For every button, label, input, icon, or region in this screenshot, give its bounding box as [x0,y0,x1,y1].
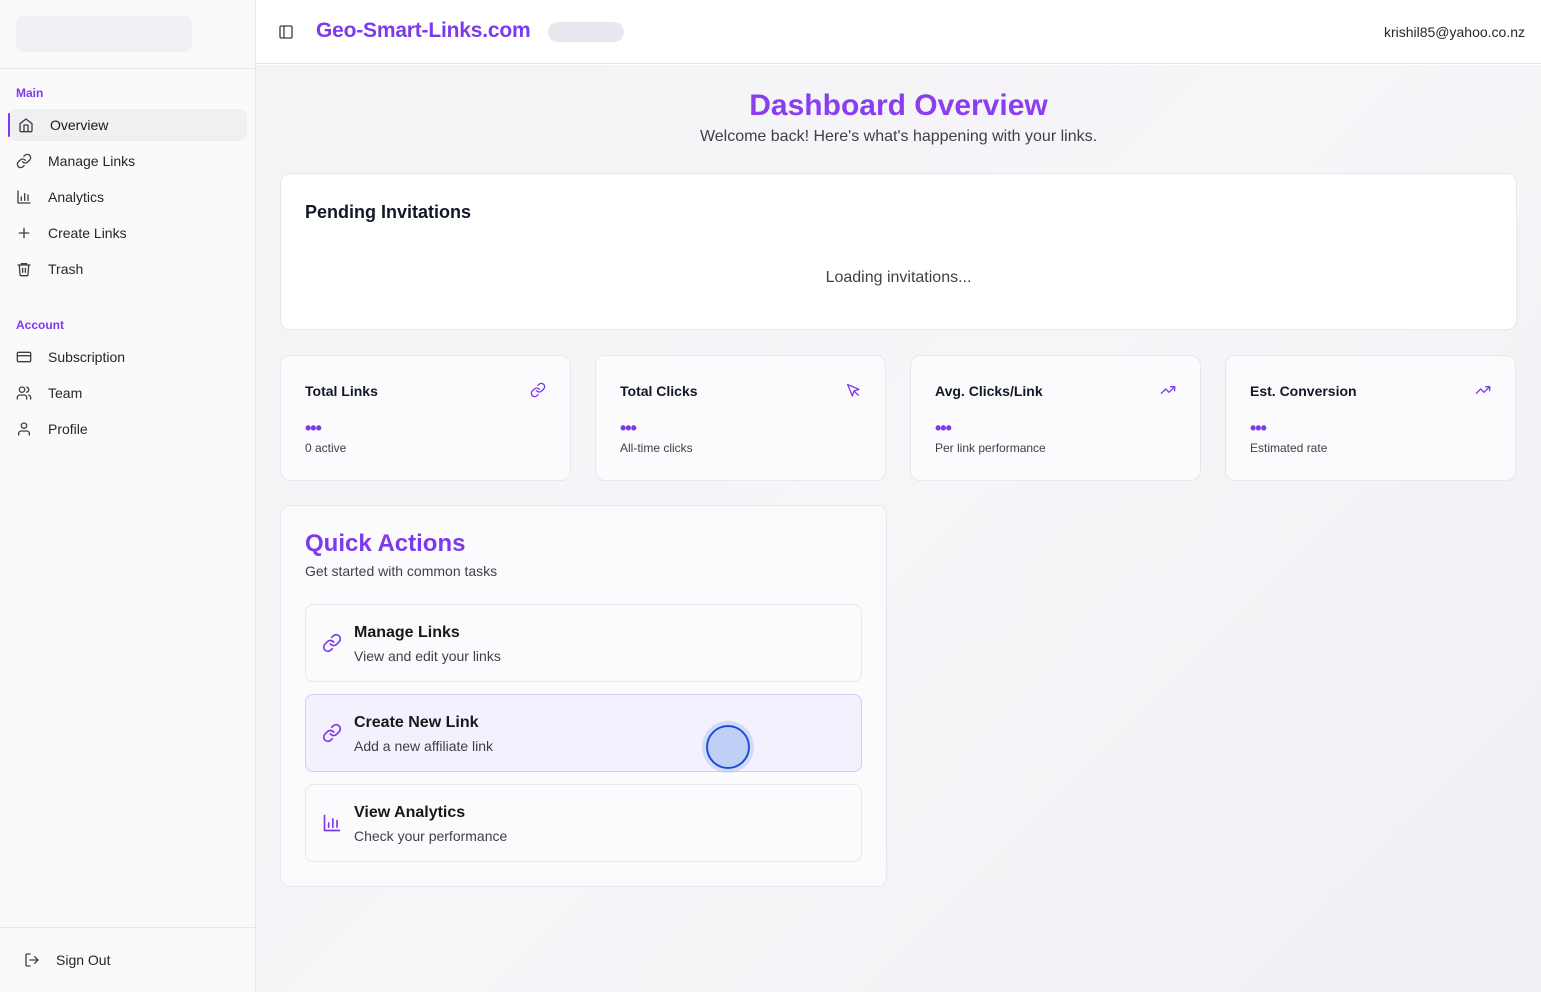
sidebar: Main Overview Manage Links Analytics Cre… [0,0,256,992]
sidebar-item-analytics[interactable]: Analytics [8,181,247,213]
sidebar-item-label: Trash [48,261,84,277]
link-icon [322,723,342,743]
mouse-cursor-indicator [706,725,750,769]
sidebar-item-label: Overview [50,117,109,133]
invitations-loading-text: Loading invitations... [825,269,972,286]
stat-sub: 0 active [305,441,347,455]
quick-actions-description: Get started with common tasks [305,563,498,579]
stat-value-loading: ••• [305,418,322,438]
trending-up-icon [1160,382,1176,398]
sidebar-divider [0,68,256,69]
invitations-title: Pending Invitations [305,202,472,222]
page-title: Dashboard Overview [749,89,1048,122]
sidebar-toggle-icon[interactable] [278,24,294,40]
top-header: Geo-Smart-Links.com krishil85@yahoo.co.n… [256,0,1541,64]
quick-action-name: Create New Link [354,714,479,731]
sign-out-button[interactable]: Sign Out [16,944,240,976]
stat-label: Avg. Clicks/Link [935,383,1043,399]
sidebar-item-label: Analytics [48,189,105,205]
bar-chart-icon [322,813,342,833]
quick-action-name: View Analytics [354,804,466,821]
quick-action-name: Manage Links [354,624,460,641]
quick-actions-title: Quick Actions [305,530,466,557]
sidebar-item-trash[interactable]: Trash [8,253,247,285]
sign-out-label: Sign Out [56,952,111,968]
sidebar-divider [0,927,256,928]
user-icon [16,421,32,437]
plus-icon [16,225,32,241]
sidebar-item-overview[interactable]: Overview [8,109,247,141]
sidebar-item-label: Team [48,385,83,401]
log-out-icon [24,952,40,968]
sidebar-item-profile[interactable]: Profile [8,413,247,445]
sidebar-item-create-links[interactable]: Create Links [8,217,247,249]
brand-badge-placeholder [548,22,624,42]
home-icon [18,117,34,133]
page-subtitle: Welcome back! Here's what's happening wi… [699,128,1098,145]
cursor-click-icon [845,382,861,398]
stat-sub: Estimated rate [1250,441,1328,455]
link-icon [530,382,546,398]
trash-icon [16,261,32,277]
quick-actions-card: Quick Actions Get started with common ta… [280,505,887,887]
sidebar-item-label: Subscription [48,349,126,365]
sidebar-item-label: Profile [48,421,88,437]
brand-title[interactable]: Geo-Smart-Links.com [316,19,531,43]
stat-sub: Per link performance [935,441,1046,455]
pending-invitations-card: Pending Invitations Loading invitations.… [280,173,1517,330]
stat-label: Total Clicks [620,383,698,399]
stat-sub: All-time clicks [620,441,693,455]
link-icon [322,633,342,653]
stat-card-est-conversion: Est. Conversion ••• Estimated rate [1225,355,1516,481]
stat-card-avg-clicks: Avg. Clicks/Link ••• Per link performanc… [910,355,1201,481]
stat-value-loading: ••• [1250,418,1267,438]
sidebar-item-manage-links[interactable]: Manage Links [8,145,247,177]
quick-action-sub: View and edit your links [354,648,501,664]
sidebar-item-label: Manage Links [48,153,136,169]
quick-action-manage-links[interactable]: Manage Links View and edit your links [305,604,862,682]
quick-action-create-new-link[interactable]: Create New Link Add a new affiliate link [305,694,862,772]
sidebar-group-main-label: Main [16,86,44,100]
main-content: Dashboard Overview Welcome back! Here's … [256,65,1541,992]
users-icon [16,385,32,401]
trending-up-icon [1475,382,1491,398]
bar-chart-icon [16,189,32,205]
stat-card-total-clicks: Total Clicks ••• All-time clicks [595,355,886,481]
quick-action-sub: Check your performance [354,828,508,844]
credit-card-icon [16,349,32,365]
quick-action-view-analytics[interactable]: View Analytics Check your performance [305,784,862,862]
quick-action-sub: Add a new affiliate link [354,738,494,754]
stat-label: Total Links [305,383,378,399]
stat-value-loading: ••• [620,418,637,438]
sidebar-group-account-label: Account [16,318,64,332]
sidebar-logo-placeholder [16,16,192,52]
sidebar-item-label: Create Links [48,225,127,241]
stat-label: Est. Conversion [1250,383,1357,399]
user-email: krishil85@yahoo.co.nz [1383,24,1525,40]
link-icon [16,153,32,169]
stat-value-loading: ••• [935,418,952,438]
sidebar-item-team[interactable]: Team [8,377,247,409]
sidebar-item-subscription[interactable]: Subscription [8,341,247,373]
stat-card-total-links: Total Links ••• 0 active [280,355,571,481]
